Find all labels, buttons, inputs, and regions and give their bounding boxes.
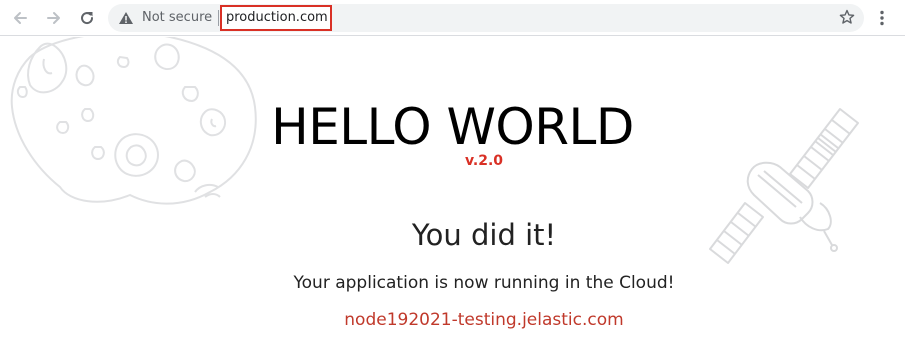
security-label[interactable]: Not secure (142, 10, 212, 26)
forward-arrow-icon (47, 12, 60, 24)
page-title: HELLO WORLD (271, 98, 634, 156)
url-text[interactable]: production.com (226, 10, 328, 26)
bookmark-button[interactable] (836, 6, 858, 28)
status-message: Your application is now running in the C… (293, 273, 675, 293)
kebab-menu-icon (880, 10, 884, 26)
warning-triangle-icon[interactable] (118, 11, 134, 25)
browser-window: Not secure production.com HELLO WORLD v.… (0, 0, 905, 337)
browser-menu-button[interactable] (872, 6, 892, 30)
version-label: v.2.0 (464, 153, 504, 169)
hostname-text: node192021-testing.jelastic.com (344, 310, 624, 330)
omnibox-separator (218, 10, 219, 26)
forward-button[interactable] (42, 6, 66, 30)
back-arrow-icon (14, 12, 27, 24)
back-button[interactable] (8, 6, 32, 30)
reload-icon (81, 12, 94, 25)
web-page: HELLO WORLD v.2.0 You did it! Your appli… (0, 37, 905, 337)
url-highlight-box[interactable]: production.com (220, 5, 332, 31)
reload-button[interactable] (75, 6, 99, 30)
browser-toolbar: Not secure production.com (0, 0, 905, 36)
success-headline: You did it! (411, 218, 557, 252)
address-bar[interactable]: Not secure production.com (108, 4, 864, 32)
star-icon (839, 9, 855, 24)
